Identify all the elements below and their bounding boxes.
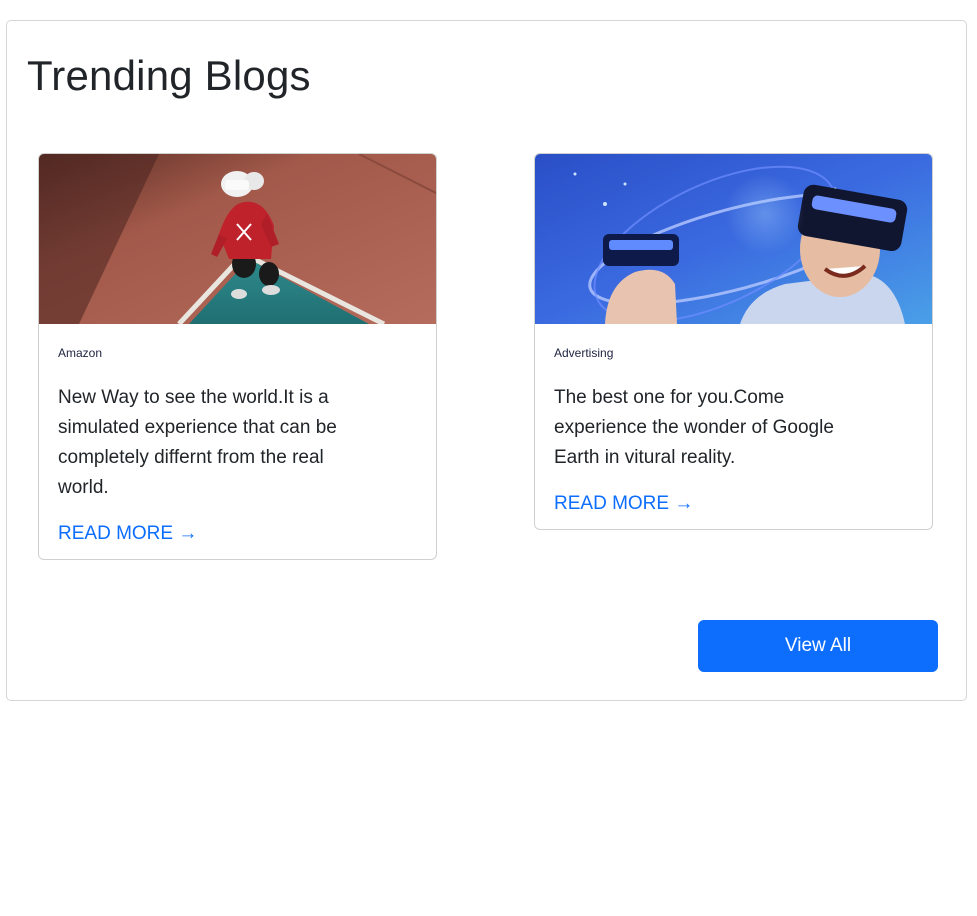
trending-blogs-section: Trending Blogs Amazon New Way to see the… [6, 20, 967, 701]
blog-card: Advertising The best one for you.Come ex… [534, 153, 933, 530]
blog-category: Amazon [58, 346, 103, 360]
blog-card: Amazon New Way to see the world.It is a … [38, 153, 437, 560]
section-title: Trending Blogs [27, 52, 311, 99]
read-more-link[interactable]: READ MORE → [58, 522, 197, 546]
blog-card-image [39, 154, 436, 324]
blog-excerpt: The best one for you.Come experience the… [554, 387, 834, 469]
blog-category: Advertising [554, 346, 614, 360]
blog-excerpt: New Way to see the world.It is a simulat… [58, 387, 337, 499]
read-more-link[interactable]: READ MORE → [554, 492, 693, 516]
blog-card-image [535, 154, 932, 324]
view-all-button[interactable]: View All [698, 620, 938, 672]
